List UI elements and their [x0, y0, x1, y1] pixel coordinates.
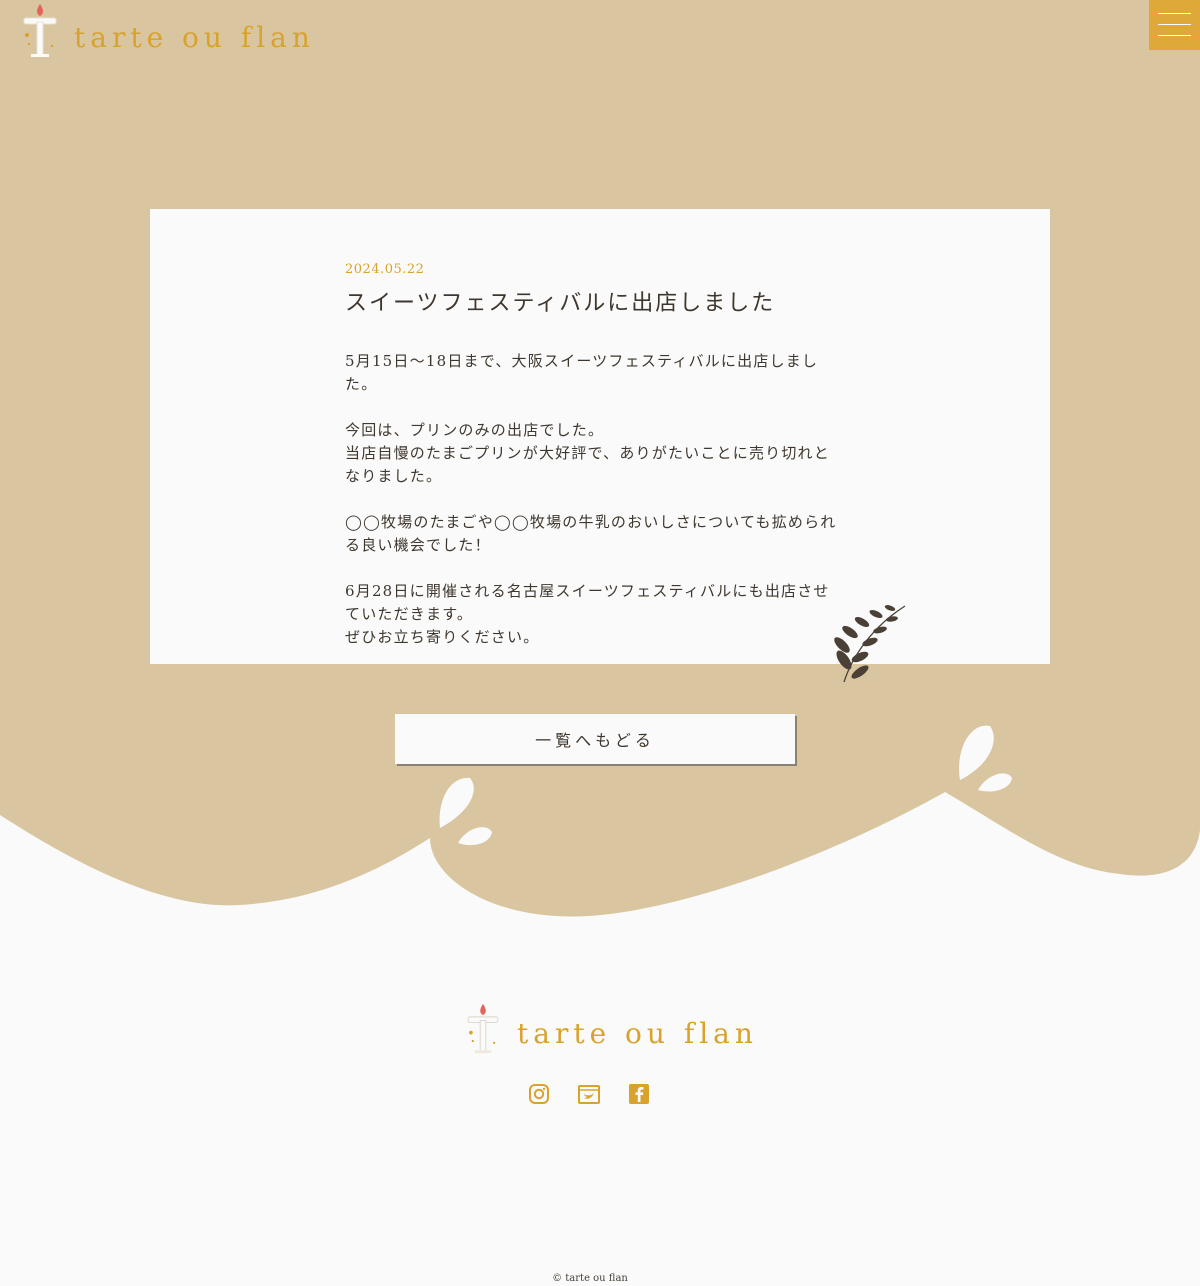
back-to-list-button[interactable]: 一覧へもどる: [395, 714, 795, 764]
social-links: [528, 1083, 650, 1105]
article-body: 5月15日〜18日まで、大阪スイーツフェスティバルに出店しました。 今回は、プリ…: [345, 352, 837, 646]
footer-logo[interactable]: tarte ou flan: [463, 1002, 758, 1054]
leaf-branch-icon: [834, 605, 906, 683]
article: 2024.05.22 スイーツフェスティバルに出店しました 5月15日〜18日ま…: [345, 262, 845, 649]
copyright: © tarte ou flan: [552, 1273, 628, 1284]
article-card: 2024.05.22 スイーツフェスティバルに出店しました 5月15日〜18日ま…: [150, 209, 1050, 664]
menu-line: [1158, 24, 1191, 25]
twitter-icon[interactable]: [578, 1083, 600, 1105]
article-date: 2024.05.22: [345, 262, 425, 277]
site-logo[interactable]: tarte ou flan: [20, 2, 315, 58]
footer-logo-text: tarte ou flan: [517, 1017, 758, 1050]
article-title: スイーツフェスティバルに出店しました: [345, 291, 776, 316]
menu-line: [1158, 13, 1191, 14]
tart-logo-icon: [23, 4, 57, 57]
facebook-icon[interactable]: [628, 1083, 650, 1105]
menu-line: [1158, 35, 1191, 36]
tart-logo-icon: [467, 1003, 499, 1054]
logo-text: tarte ou flan: [74, 21, 315, 54]
hamburger-menu-button[interactable]: [1149, 0, 1200, 50]
instagram-icon[interactable]: [528, 1083, 550, 1105]
